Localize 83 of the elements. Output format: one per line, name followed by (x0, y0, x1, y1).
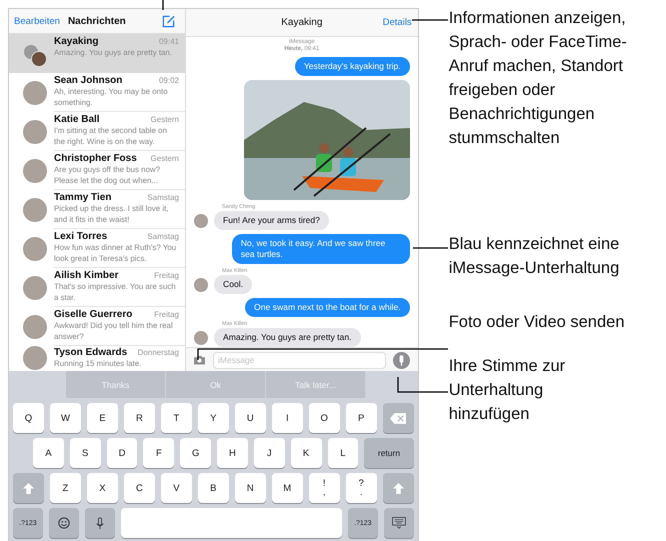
keyboard-key[interactable]: O (308, 403, 340, 433)
sent-message-bubble: One swam next to the boat for a while. (245, 298, 410, 317)
message-time: Donnerstag (138, 348, 179, 357)
keyboard-key[interactable]: S (70, 438, 101, 468)
message-time: Freitag (154, 310, 179, 319)
contact-name: Giselle Guerrero (54, 309, 132, 321)
received-message-bubble: Fun! Are your arms tired? (214, 211, 329, 230)
contact-name: Tyson Edwards (54, 347, 128, 359)
keyboard-key[interactable]: U (234, 403, 266, 433)
emoji-key[interactable] (48, 508, 79, 538)
shift-key[interactable] (13, 473, 44, 503)
keyboard-key[interactable]: N (234, 473, 266, 503)
received-message-bubble: Cool. (214, 275, 252, 294)
keyboard-key[interactable]: ! , (308, 473, 340, 503)
keyboard-key[interactable]: M (272, 473, 303, 503)
callout-text: Informationen anzeigen, Sprach- oder FaceTime-Anruf machen, Standort freigeben oder Benachrichtigungen stummschalten (448, 8, 628, 149)
keyboard-key[interactable]: H (217, 438, 248, 468)
received-message-bubble: Amazing. You guys are pretty tan. (214, 328, 361, 347)
messages-title: Nachrichten (68, 16, 127, 26)
delete-key[interactable] (382, 403, 414, 433)
sent-message-bubble: No, we took it easy. And we saw three sea turtles. (232, 234, 410, 264)
keyboard-key[interactable]: X (86, 473, 118, 503)
leader-line (162, 0, 164, 10)
keyboard-key[interactable]: P (346, 403, 377, 433)
shift-arrow-icon (392, 482, 404, 494)
keyboard-key[interactable]: ? . (346, 473, 377, 503)
microphone-icon (96, 516, 104, 530)
keyboard-key[interactable]: D (106, 438, 138, 468)
message-input-field[interactable]: iMessage (213, 352, 386, 368)
message-time: Gestern (150, 115, 179, 124)
backspace-icon (390, 412, 406, 424)
keyboard-key[interactable]: E (86, 403, 118, 433)
keyboard-key[interactable]: L (328, 438, 358, 468)
keyboard-key[interactable]: I (272, 403, 303, 433)
keyboard-key[interactable]: F (143, 438, 174, 468)
dictation-key[interactable] (84, 508, 115, 538)
microphone-icon[interactable] (392, 352, 410, 368)
message-time: Freitag (154, 271, 179, 280)
avatar-icon (194, 330, 208, 344)
leader-line (412, 19, 448, 21)
keyboard-key[interactable]: A (33, 438, 64, 468)
smiley-icon (58, 517, 70, 529)
details-link[interactable]: Details (382, 17, 412, 28)
callout-text: Foto oder Video senden (448, 312, 626, 333)
keyboard-key[interactable]: G (180, 438, 212, 468)
contact-name: Christopher Foss (54, 153, 137, 165)
keyboard-key[interactable]: R (124, 403, 155, 433)
callout-text: Blau kennzeichnet eine iMessage-Unterhaltung (448, 234, 620, 279)
keyboard-key[interactable]: J (254, 438, 285, 468)
contact-name: Lexi Torres (54, 231, 108, 243)
message-time: 09:41 (158, 37, 179, 46)
keyboard-key[interactable]: W (50, 403, 81, 433)
contact-name: Katie Ball (54, 114, 100, 126)
callout-text: Ihre Stimme zur Unterhaltung hinzufügen (448, 356, 566, 425)
leader-line (397, 377, 448, 393)
keyboard-key[interactable]: T (160, 403, 192, 433)
message-time: Samstag (147, 232, 179, 241)
keyboard-key[interactable]: K (290, 438, 322, 468)
keyboard-key[interactable]: C (124, 473, 155, 503)
keyboard-key[interactable]: V (160, 473, 192, 503)
keyboard-key[interactable]: Y (198, 403, 229, 433)
shift-arrow-icon (22, 482, 34, 494)
contact-name: Tammy Tien (54, 192, 112, 204)
contact-name: Sean Johnson (54, 75, 122, 87)
keyboard-key[interactable]: return (364, 438, 414, 468)
shift-key[interactable] (382, 473, 414, 503)
keyboard-key[interactable]: B (198, 473, 229, 503)
keyboard-key[interactable]: Z (50, 473, 81, 503)
conversation-title: Kayaking (281, 17, 322, 28)
avatar-icon (194, 278, 208, 292)
compose-icon[interactable] (162, 14, 175, 28)
sent-message-bubble: Yesterday's kayaking trip. (294, 57, 410, 76)
avatar-icon (194, 214, 208, 228)
message-time: Gestern (150, 154, 179, 163)
keyboard-key[interactable]: Q (13, 403, 44, 433)
edit-link[interactable]: Bearbeiten (14, 16, 60, 26)
camera-icon[interactable] (193, 355, 206, 365)
hide-key[interactable] (384, 508, 414, 538)
contact-name: Kayaking (54, 36, 98, 48)
message-time: Samstag (147, 193, 179, 202)
contact-name: Ailish Kimber (54, 270, 118, 282)
keyboard-icon (392, 517, 406, 529)
message-time: 09:02 (158, 76, 179, 85)
